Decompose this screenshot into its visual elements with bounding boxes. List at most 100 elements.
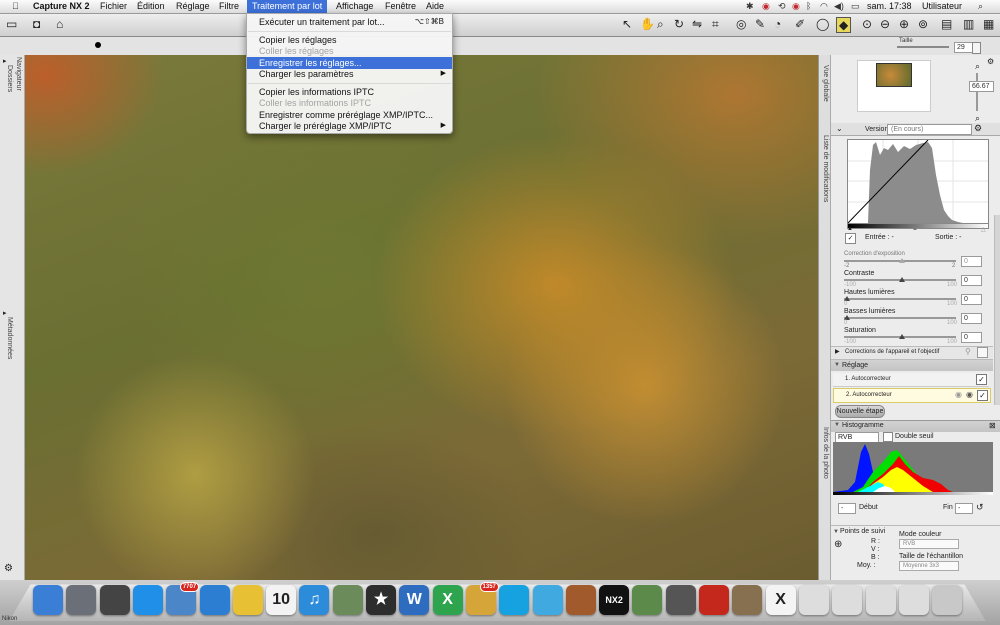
dock-chrome-icon[interactable] xyxy=(232,585,263,615)
tab-dossiers[interactable]: Dossiers xyxy=(6,65,13,92)
clock[interactable]: sam. 17:38 xyxy=(867,1,912,12)
double-threshold-checkbox[interactable] xyxy=(883,432,893,442)
dock-itunes-icon[interactable]: ♫ xyxy=(299,585,330,615)
midpoint-handle[interactable]: ▲ xyxy=(912,226,918,232)
dock-capture-nx2-icon[interactable]: NX2 xyxy=(599,585,630,615)
zoom-field[interactable]: 66.67 xyxy=(969,81,994,92)
reset-icon[interactable]: ↺ xyxy=(976,502,984,513)
menu-item-load-parameters[interactable]: Charger les paramètres ▶ xyxy=(247,68,452,80)
close-icon[interactable]: ⊠ xyxy=(989,421,996,430)
control-point-icon[interactable]: ⊙ xyxy=(862,17,872,31)
color-mode-select[interactable]: RVB xyxy=(899,539,959,549)
apple-icon[interactable]:  xyxy=(12,1,19,12)
menu-fenetre[interactable]: Fenêtre xyxy=(385,1,416,12)
menu-aide[interactable]: Aide xyxy=(426,1,444,12)
dock-calendar-icon[interactable]: 10 xyxy=(266,585,297,615)
panel-options-icon[interactable]: ⚙ xyxy=(987,57,994,66)
bluetooth-icon[interactable]: ᛒ xyxy=(806,2,811,11)
lasso-tool-icon[interactable]: ◯ xyxy=(816,17,829,31)
capture-icon[interactable]: ◘ xyxy=(33,17,40,31)
black-point-tool-icon[interactable]: ◔ xyxy=(774,17,781,31)
dock-preview-icon[interactable] xyxy=(632,585,663,615)
alert-status-icon[interactable]: ◉ xyxy=(792,2,800,11)
arrow-tool-icon[interactable]: ↖ xyxy=(622,17,632,31)
dock-gimp-icon[interactable] xyxy=(732,585,763,615)
dock-word-icon[interactable]: W xyxy=(399,585,430,615)
start-field[interactable]: - xyxy=(838,503,856,514)
spotlight-icon[interactable]: ⌕ xyxy=(978,2,983,11)
dock-mail-stamp-icon[interactable]: 7707 xyxy=(166,582,200,615)
volume-icon[interactable]: ◀) xyxy=(834,2,844,11)
dock-x11-icon[interactable]: X xyxy=(765,585,796,615)
status-icon[interactable]: ✱ xyxy=(746,2,754,11)
tab-liste-modifications[interactable]: Liste de modifications xyxy=(822,135,829,202)
auto-retouch-icon[interactable]: ✐ xyxy=(795,17,805,31)
crop-tool-icon[interactable]: ⌗ xyxy=(712,17,719,31)
rotate-tool-icon[interactable]: ↻ xyxy=(674,17,684,31)
red-eye-tool-icon[interactable]: ◎ xyxy=(736,17,746,31)
dock-safari-icon[interactable] xyxy=(199,585,230,615)
folder-icon[interactable]: ⌂ xyxy=(56,17,63,31)
battery-icon[interactable]: ▭ xyxy=(851,2,860,11)
dock-acrobat-icon[interactable] xyxy=(699,585,729,615)
split-view-icon[interactable]: ▥ xyxy=(963,17,974,31)
zoom-in-icon[interactable]: ⌕ xyxy=(975,61,980,72)
step-row-1[interactable]: 1. Autocorrecteur ✓ xyxy=(833,373,989,387)
mask-icon[interactable]: ◉ xyxy=(966,390,973,399)
white-point-handle[interactable]: △ xyxy=(981,226,986,233)
add-point-icon[interactable]: ⊕ xyxy=(834,539,842,550)
zoom-slider[interactable] xyxy=(976,73,978,111)
size-stepper[interactable] xyxy=(972,42,981,54)
compare-view-icon[interactable]: ▤ xyxy=(941,17,952,31)
curves-graph[interactable] xyxy=(847,139,989,224)
dock-mail-icon[interactable]: 1357 xyxy=(465,582,499,615)
step-row-2[interactable]: 2. Autocorrecteur ◉ ◉ ✓ xyxy=(833,388,991,403)
step-2-checkbox[interactable]: ✓ xyxy=(977,390,988,401)
dock-messenger-icon[interactable] xyxy=(532,585,563,615)
menu-item-run-batch[interactable]: Exécuter un traitement par lot... ⌥⇧⌘B xyxy=(247,16,452,28)
menu-app[interactable]: Capture NX 2 xyxy=(33,1,90,12)
size-slider[interactable] xyxy=(897,46,949,48)
adobe-status-icon[interactable]: ◉ xyxy=(762,2,770,11)
menu-filtre[interactable]: Filtre xyxy=(219,1,239,12)
menu-fichier[interactable]: Fichier xyxy=(100,1,127,12)
brush-tool-icon[interactable]: ✎ xyxy=(755,17,765,31)
dock-skype-icon[interactable] xyxy=(499,585,530,615)
wifi-icon[interactable]: ◠ xyxy=(820,2,828,11)
gear-icon[interactable]: ⚙ xyxy=(4,563,13,574)
scrollbar[interactable] xyxy=(994,215,1000,405)
color-control-point-icon[interactable]: ⊕ xyxy=(899,17,909,31)
link-icon[interactable]: ⚲ xyxy=(965,347,971,356)
dock-finder-icon[interactable] xyxy=(33,585,63,615)
neutral-point-icon[interactable]: ⊚ xyxy=(918,17,928,31)
dock-stack-2-icon[interactable] xyxy=(832,585,863,615)
overview-thumbnail[interactable] xyxy=(876,63,912,87)
menu-reglage[interactable]: Réglage xyxy=(176,1,210,12)
collapse-arrow-icon[interactable]: ▼ xyxy=(834,362,840,368)
time-machine-icon[interactable]: ⟲ xyxy=(778,2,786,11)
end-field[interactable]: - xyxy=(955,503,973,514)
step-1-checkbox[interactable]: ✓ xyxy=(976,374,987,385)
collapse-arrow-icon[interactable]: ▼ xyxy=(833,529,839,535)
version-select[interactable]: (En cours) xyxy=(887,124,972,135)
black-point-handle[interactable]: ▲ xyxy=(847,226,853,232)
tab-metadonnees[interactable]: Métadonnées xyxy=(6,317,13,359)
menu-traitement-par-lot[interactable]: Traitement par lot xyxy=(247,0,328,13)
dock-mission-control-icon[interactable] xyxy=(99,585,130,615)
dock-stack-4-icon[interactable] xyxy=(898,585,929,615)
sample-size-select[interactable]: Moyenne 3x3 xyxy=(899,561,959,571)
expand-arrow-icon[interactable]: ⌄ xyxy=(836,124,843,133)
straighten-tool-icon[interactable]: ⇋ xyxy=(692,17,702,31)
gear-icon[interactable]: ⚙ xyxy=(974,123,982,134)
dock-app-store-icon[interactable] xyxy=(132,585,163,615)
collapse-arrow-icon[interactable]: ▼ xyxy=(834,422,840,428)
user-menu[interactable]: Utilisateur xyxy=(922,1,962,12)
layout-icon[interactable]: ▭ xyxy=(6,17,17,31)
tab-infos-photo[interactable]: Infos de la photo xyxy=(822,427,829,479)
hand-tool-icon[interactable]: ✋ xyxy=(640,17,655,31)
eyedropper-icon[interactable]: ✓ xyxy=(845,233,856,244)
expand-arrow-icon[interactable]: ▶ xyxy=(835,348,840,355)
dock-image-capture-icon[interactable] xyxy=(665,585,696,615)
dock-trash-icon[interactable] xyxy=(932,585,963,615)
dock-stack-1-icon[interactable] xyxy=(798,585,829,615)
